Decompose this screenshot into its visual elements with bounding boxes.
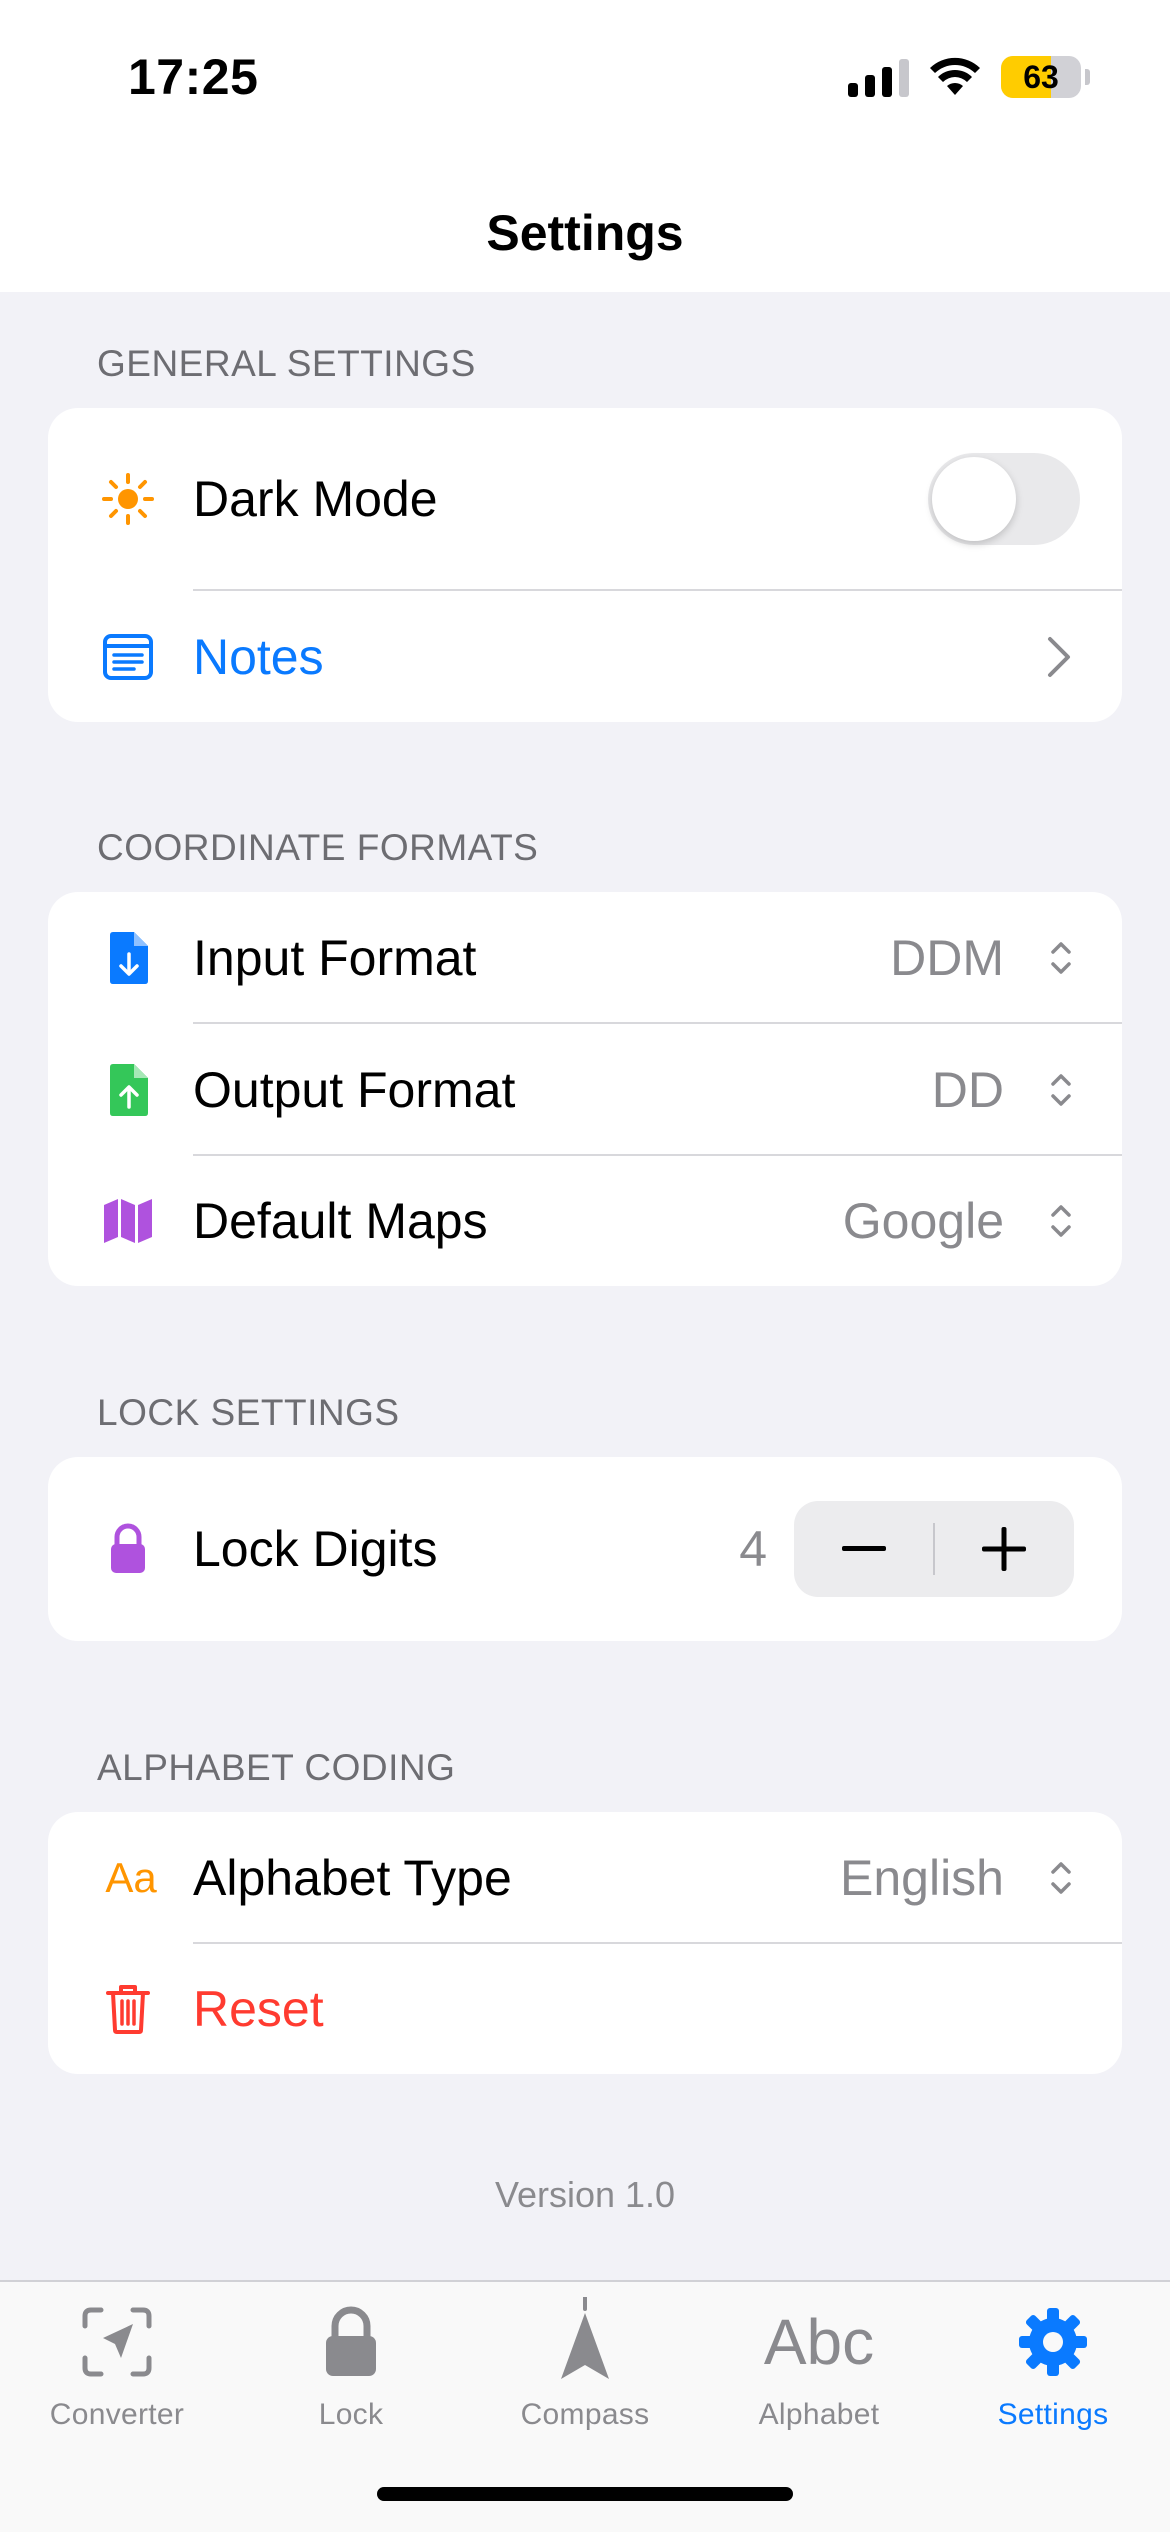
tab-settings[interactable]: Settings bbox=[936, 2302, 1170, 2442]
cellular-signal-icon bbox=[848, 57, 909, 97]
tab-label-converter: Converter bbox=[49, 2398, 185, 2431]
default-maps-row[interactable]: Default Maps Google bbox=[48, 1156, 1122, 1286]
minus-icon bbox=[842, 1546, 886, 1551]
home-indicator[interactable] bbox=[377, 2487, 793, 2501]
tab-label-lock: Lock bbox=[318, 2398, 384, 2431]
toggle-knob bbox=[932, 457, 1016, 541]
output-format-label: Output Format bbox=[193, 1061, 516, 1118]
chevron-right-icon bbox=[1048, 636, 1070, 677]
reset-label: Reset bbox=[193, 1981, 324, 2037]
gear-icon bbox=[1013, 2302, 1093, 2382]
lock-digits-row: Lock Digits 4 bbox=[48, 1457, 1122, 1641]
sun-icon bbox=[100, 471, 156, 527]
section-header-alphabet: ALPHABET CODING bbox=[97, 1747, 456, 1788]
chevron-updown-icon bbox=[1051, 1205, 1071, 1237]
tab-label-compass: Compass bbox=[520, 2398, 650, 2431]
version-text: Version 1.0 bbox=[494, 2174, 676, 2215]
trash-icon bbox=[100, 1981, 156, 2037]
lock-settings-card: Lock Digits 4 bbox=[48, 1457, 1122, 1641]
section-header-lock: LOCK SETTINGS bbox=[97, 1392, 400, 1433]
converter-icon bbox=[77, 2302, 157, 2382]
notes-row[interactable]: Notes bbox=[48, 591, 1122, 722]
plus-icon bbox=[982, 1527, 1026, 1571]
section-header-general: GENERAL SETTINGS bbox=[97, 343, 476, 384]
tab-label-settings: Settings bbox=[997, 2398, 1109, 2431]
notes-label: Notes bbox=[193, 628, 324, 685]
lock-icon bbox=[311, 2302, 391, 2382]
alphabet-abc-icon: Abc bbox=[763, 2306, 875, 2378]
compass-icon bbox=[545, 2297, 625, 2382]
map-icon bbox=[100, 1193, 156, 1249]
lock-digits-stepper[interactable] bbox=[794, 1501, 1074, 1597]
decrement-button[interactable] bbox=[794, 1501, 934, 1597]
alphabet-type-row[interactable]: Aa Alphabet Type English bbox=[48, 1812, 1122, 1943]
navigation-header: Settings bbox=[0, 160, 1170, 292]
dark-mode-row: Dark Mode bbox=[48, 408, 1122, 590]
general-settings-card: Dark Mode Notes bbox=[48, 408, 1122, 722]
alphabet-coding-card: Aa Alphabet Type English Reset bbox=[48, 1812, 1122, 2074]
input-format-row[interactable]: Input Format DDM bbox=[48, 892, 1122, 1023]
dark-mode-label: Dark Mode bbox=[193, 471, 438, 527]
status-time: 17:25 bbox=[128, 49, 259, 105]
alphabet-aa-icon: Aa bbox=[105, 1853, 157, 1901]
chevron-updown-icon bbox=[1051, 941, 1071, 974]
file-upload-icon bbox=[100, 1062, 156, 1118]
lock-icon bbox=[100, 1521, 156, 1577]
dark-mode-toggle[interactable] bbox=[928, 453, 1080, 545]
lock-digits-value: 4 bbox=[739, 1521, 767, 1577]
notes-icon bbox=[100, 629, 156, 685]
page-title: Settings bbox=[486, 205, 684, 261]
lock-digits-label: Lock Digits bbox=[193, 1521, 438, 1577]
alphabet-type-label: Alphabet Type bbox=[193, 1849, 512, 1906]
input-format-value: DDM bbox=[890, 929, 1004, 986]
output-format-value: DD bbox=[931, 1061, 1004, 1118]
wifi-icon bbox=[930, 57, 980, 95]
chevron-updown-icon bbox=[1051, 1073, 1071, 1106]
reset-row[interactable]: Reset bbox=[48, 1944, 1122, 2074]
alphabet-type-value: English bbox=[840, 1849, 1004, 1906]
output-format-row[interactable]: Output Format DD bbox=[48, 1024, 1122, 1155]
battery-percent: 63 bbox=[1023, 58, 1059, 95]
tab-converter[interactable]: Converter bbox=[0, 2302, 234, 2442]
default-maps-value: Google bbox=[842, 1193, 1004, 1249]
default-maps-label: Default Maps bbox=[193, 1193, 488, 1249]
section-header-coordinates: COORDINATE FORMATS bbox=[97, 827, 539, 868]
coordinate-formats-card: Input Format DDM Output Format DD Defaul… bbox=[48, 892, 1122, 1286]
status-icons: 63 bbox=[848, 52, 1090, 102]
input-format-label: Input Format bbox=[193, 929, 477, 986]
battery-icon: 63 bbox=[1001, 56, 1081, 98]
status-bar: 17:25 63 bbox=[0, 0, 1170, 160]
tab-lock[interactable]: Lock bbox=[234, 2302, 468, 2442]
file-download-icon bbox=[100, 930, 156, 986]
tab-label-alphabet: Alphabet bbox=[758, 2398, 880, 2431]
increment-button[interactable] bbox=[934, 1501, 1074, 1597]
chevron-updown-icon bbox=[1051, 1861, 1071, 1894]
tab-compass[interactable]: Compass bbox=[468, 2297, 702, 2442]
tab-alphabet[interactable]: Abc Alphabet bbox=[702, 2302, 936, 2442]
